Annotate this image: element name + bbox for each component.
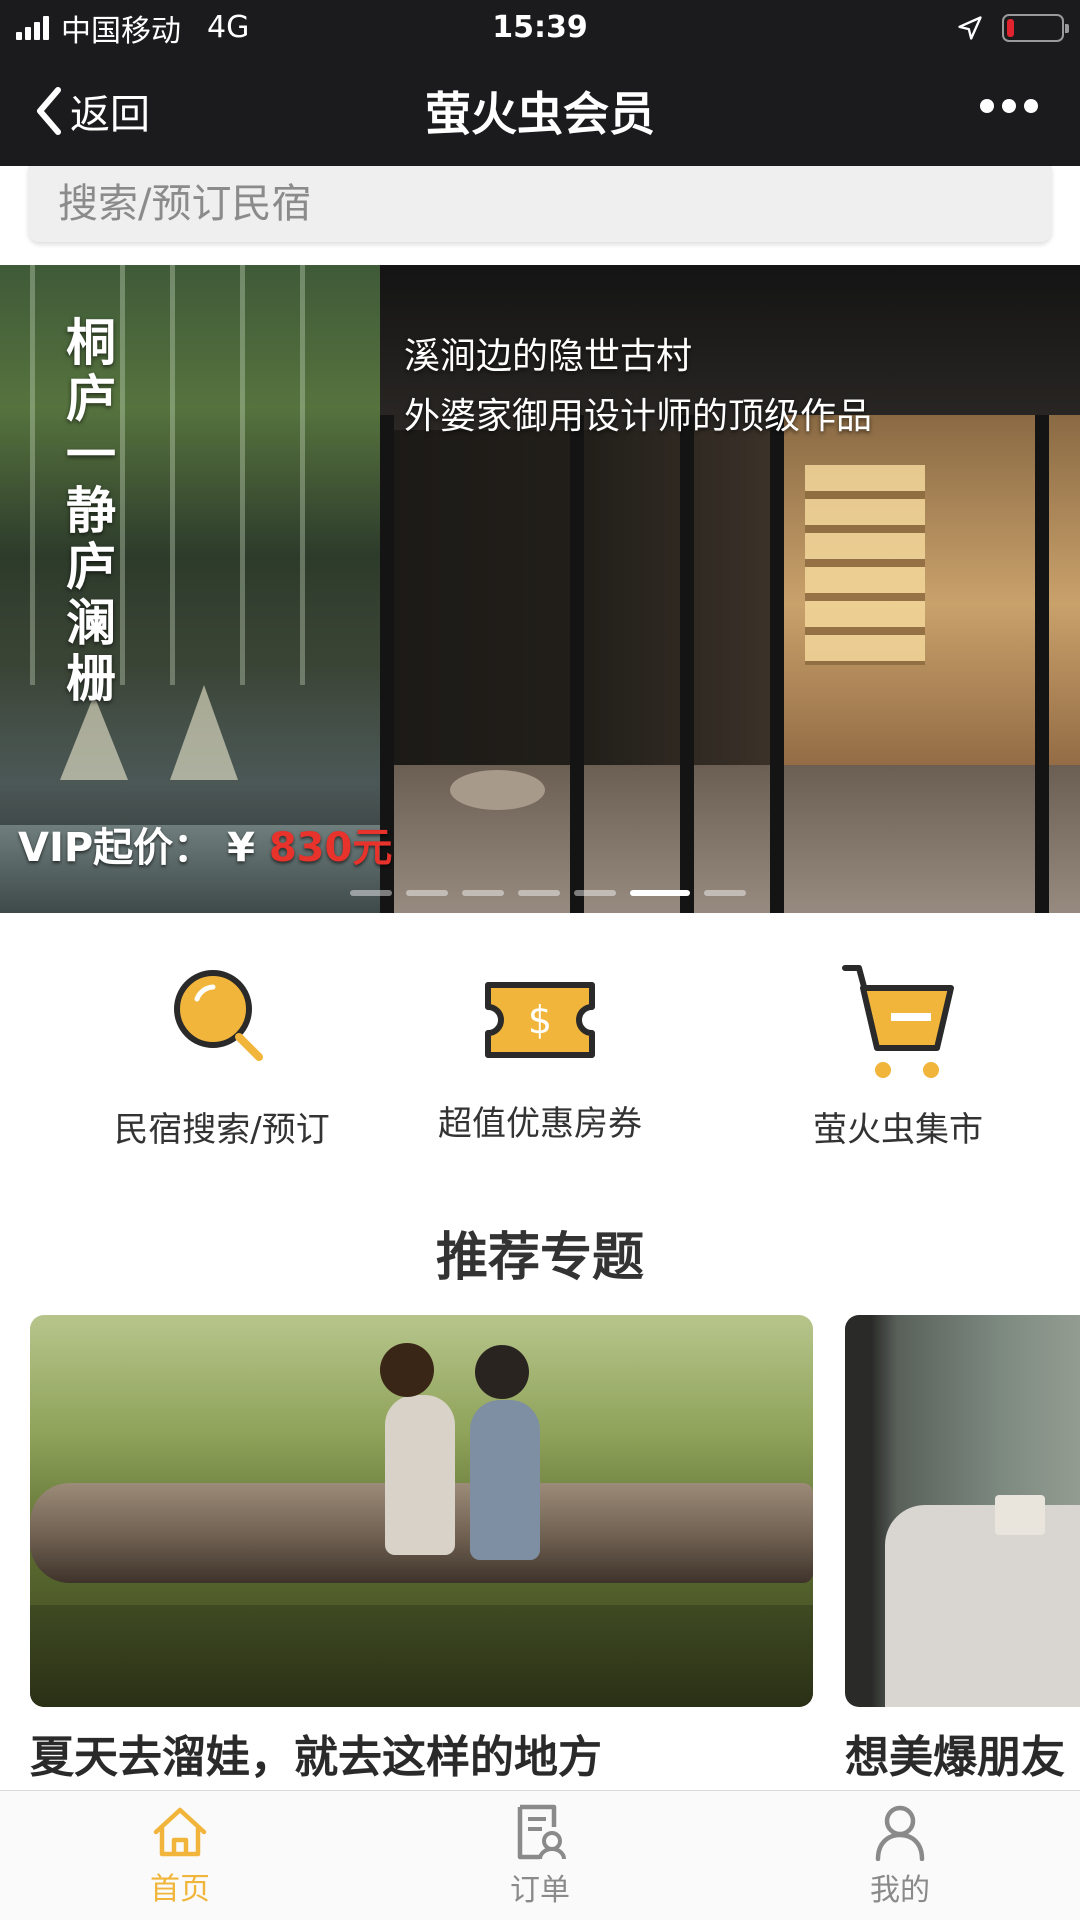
quick-action-search-booking[interactable]: 民宿搜索/预订 — [72, 960, 372, 1151]
app-screen: 中国移动 4G 15:39 返回 萤火虫会员 搜索/预订民宿 桐庐一静庐澜栅 溪… — [0, 0, 1080, 1920]
topic-card[interactable]: 夏天去溜娃，就去这样的地方 — [30, 1315, 813, 1785]
quick-action-label: 民宿搜索/预订 — [114, 1110, 330, 1150]
price-value: 830元 — [268, 825, 393, 871]
carousel-dot[interactable] — [518, 890, 560, 896]
topic-card-image — [845, 1315, 1080, 1707]
banner-tagline-2: 外婆家御用设计师的顶级作品 — [404, 396, 873, 437]
topic-card-title: 夏天去溜娃，就去这样的地方 — [30, 1732, 602, 1783]
quick-action-market[interactable]: 萤火虫集市 — [748, 960, 1048, 1151]
tab-profile[interactable]: 我的 — [720, 1791, 1080, 1920]
quick-action-label: 超值优惠房券 — [438, 1104, 642, 1144]
cart-icon — [842, 964, 954, 1078]
status-left: 中国移动 4G — [16, 6, 249, 50]
banner-price: VIP起价： ¥ 830元 — [18, 815, 392, 873]
profile-icon — [875, 1805, 925, 1861]
coupon-icon: $ — [485, 982, 595, 1058]
network-type: 4G — [207, 10, 250, 45]
carousel-indicator — [350, 890, 746, 896]
home-icon — [153, 1807, 207, 1856]
quick-action-coupons[interactable]: $ 超值优惠房券 — [390, 960, 690, 1145]
nav-bar: 返回 萤火虫会员 — [0, 55, 1080, 166]
carousel-dot[interactable] — [704, 890, 746, 896]
promo-banner[interactable]: 桐庐一静庐澜栅 溪涧边的隐世古村 外婆家御用设计师的顶级作品 VIP起价： ¥ … — [0, 265, 1080, 913]
tab-orders[interactable]: 订单 — [360, 1791, 720, 1920]
more-dot — [1002, 99, 1016, 113]
more-dot — [980, 99, 994, 113]
page-title: 萤火虫会员 — [425, 86, 655, 141]
location-arrow-icon — [958, 15, 982, 40]
topic-card-title: 想美爆朋友 — [845, 1732, 1065, 1783]
order-icon — [517, 1804, 566, 1859]
battery-icon — [1002, 13, 1069, 42]
topic-card[interactable]: 想美爆朋友 — [845, 1315, 1080, 1785]
tab-home[interactable]: 首页 — [0, 1791, 360, 1920]
carrier-name: 中国移动 — [61, 13, 181, 49]
banner-side-title: 桐庐一静庐澜栅 — [66, 314, 116, 708]
tab-label: 订单 — [510, 1872, 570, 1908]
carousel-dot[interactable] — [406, 890, 448, 896]
search-icon — [174, 970, 263, 1061]
back-button[interactable]: 返回 — [32, 81, 150, 141]
more-dot — [1024, 99, 1038, 113]
chevron-left-icon — [37, 87, 61, 135]
svg-text:$: $ — [528, 998, 552, 1042]
tab-label: 首页 — [150, 1871, 210, 1907]
carousel-dot[interactable] — [574, 890, 616, 896]
price-prefix: VIP起价： ¥ — [18, 825, 269, 871]
carousel-dot-active[interactable] — [630, 890, 690, 896]
more-button[interactable] — [980, 93, 1038, 119]
banner-tagline-1: 溪涧边的隐世古村 — [404, 336, 693, 377]
quick-action-label: 萤火虫集市 — [813, 1110, 983, 1150]
carousel-dot[interactable] — [462, 890, 504, 896]
signal-icon — [16, 15, 49, 40]
topic-card-image — [30, 1315, 813, 1707]
status-bar: 中国移动 4G 15:39 — [0, 0, 1080, 55]
tab-label: 我的 — [870, 1872, 930, 1908]
search-bar[interactable] — [28, 166, 1052, 242]
bottom-tab-bar: 首页 订单 我的 — [0, 1790, 1080, 1920]
carousel-dot[interactable] — [350, 890, 392, 896]
section-title: 推荐专题 — [435, 1228, 644, 1288]
search-input[interactable] — [58, 181, 1022, 227]
status-right — [956, 13, 1069, 42]
back-label: 返回 — [70, 92, 150, 138]
